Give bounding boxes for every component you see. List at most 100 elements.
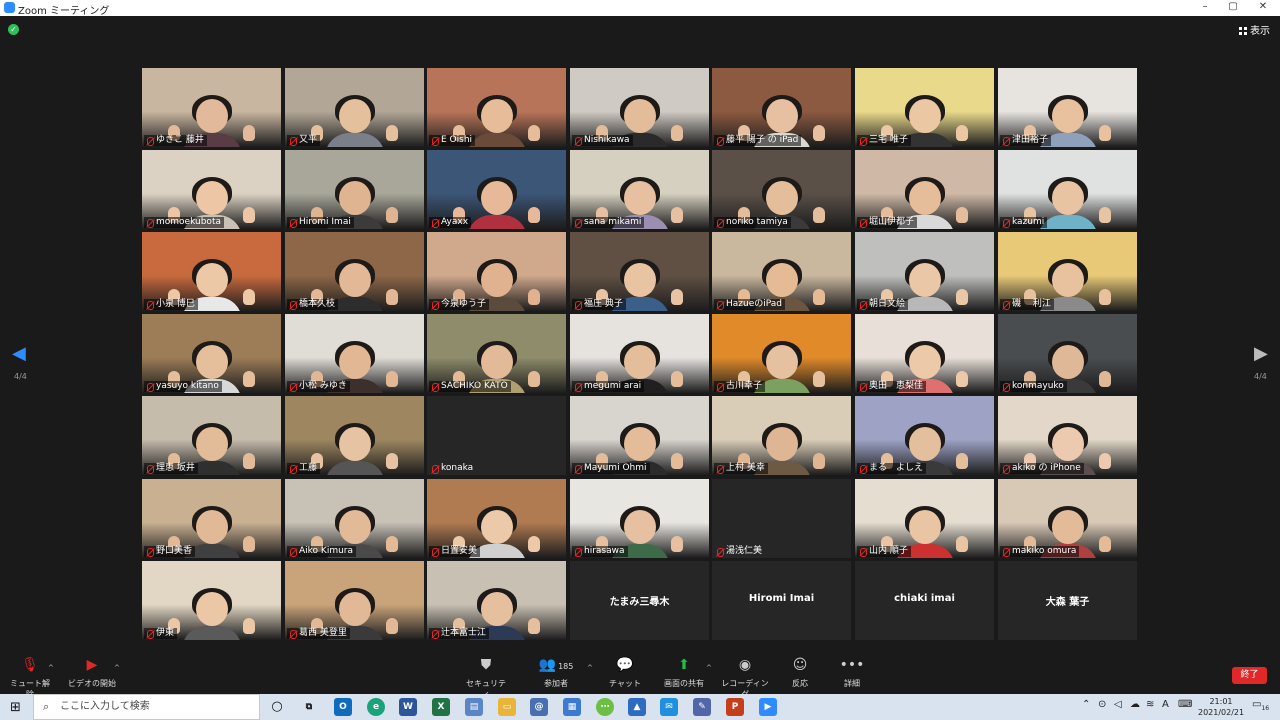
maximize-button[interactable]: ▢ bbox=[1218, 1, 1248, 15]
calculator-icon[interactable]: ▦ bbox=[563, 698, 581, 716]
audio-options-caret-icon[interactable]: ^ bbox=[48, 664, 54, 672]
participant-tile[interactable]: 又平 bbox=[285, 68, 424, 147]
participant-tile[interactable]: Hiromi Imai bbox=[285, 150, 424, 229]
start-video-button[interactable]: ▶ ビデオの開始 bbox=[68, 656, 116, 689]
end-meeting-button[interactable]: 終了 bbox=[1232, 667, 1267, 684]
participant-tile[interactable]: たまみ三尋木 bbox=[570, 561, 709, 640]
participant-tile[interactable]: 橋本久枝 bbox=[285, 232, 424, 311]
participant-tile[interactable]: SACHIKO KATO bbox=[427, 314, 566, 393]
chat-button[interactable]: 💬 チャット bbox=[608, 656, 642, 689]
participant-name-label: 野口美香 bbox=[144, 546, 196, 557]
participant-tile[interactable]: sana mikami bbox=[570, 150, 709, 229]
participant-tile[interactable]: HazueのiPad bbox=[712, 232, 851, 311]
minimize-button[interactable]: – bbox=[1190, 1, 1220, 15]
mail-at-icon[interactable]: @ bbox=[530, 698, 548, 716]
powerpoint-icon[interactable]: P bbox=[726, 698, 744, 716]
more-button[interactable]: ••• 詳細 bbox=[838, 656, 866, 689]
participants-caret-icon[interactable]: ^ bbox=[587, 664, 593, 672]
participant-tile[interactable]: ゆきこ 藤井 bbox=[142, 68, 281, 147]
participant-tile[interactable]: momoekubota bbox=[142, 150, 281, 229]
participant-tile[interactable]: 小泉 博巳 bbox=[142, 232, 281, 311]
app-icon[interactable]: ▤ bbox=[465, 698, 483, 716]
pen-app-icon[interactable]: ✎ bbox=[693, 698, 711, 716]
participant-tile[interactable]: 津田裕子 bbox=[998, 68, 1137, 147]
participant-tile[interactable]: 奥田 恵梨佳 bbox=[855, 314, 994, 393]
volume-icon[interactable]: ◁ bbox=[1114, 699, 1122, 710]
participant-tile[interactable]: 今泉ゆう子 bbox=[427, 232, 566, 311]
next-page-arrow-icon[interactable]: ▶ bbox=[1254, 343, 1268, 364]
participant-tile[interactable]: 理恵 坂井 bbox=[142, 396, 281, 475]
muted-mic-icon bbox=[717, 548, 724, 557]
participant-tile[interactable]: 工藤 bbox=[285, 396, 424, 475]
participant-tile[interactable]: Hiromi Imai bbox=[712, 561, 851, 640]
participant-tile[interactable]: 湯浅仁美 bbox=[712, 479, 851, 558]
participant-tile[interactable]: 藤平 陽子 の iPad bbox=[712, 68, 851, 147]
task-view-icon[interactable]: ⧉ bbox=[300, 698, 318, 716]
participant-tile[interactable]: E Oishi bbox=[427, 68, 566, 147]
participant-tile[interactable]: 磯 利江 bbox=[998, 232, 1137, 311]
participant-tile[interactable]: 福庄 典子 bbox=[570, 232, 709, 311]
participant-tile[interactable]: 伊東 bbox=[142, 561, 281, 640]
network-icon[interactable]: ⊙ bbox=[1098, 699, 1106, 710]
participant-tile[interactable]: 上村 美幸 bbox=[712, 396, 851, 475]
edge-icon[interactable]: e bbox=[367, 698, 385, 716]
taskbar-clock[interactable]: 21:01 2021/02/21 bbox=[1198, 696, 1244, 718]
share-screen-button[interactable]: ⬆ 画面の共有 bbox=[662, 656, 706, 689]
participant-tile[interactable]: yasuyo kitano bbox=[142, 314, 281, 393]
mail-icon[interactable]: ✉ bbox=[660, 698, 678, 716]
participant-tile[interactable]: chiaki imai bbox=[855, 561, 994, 640]
onedrive-icon[interactable]: ☁ bbox=[1130, 699, 1140, 710]
participant-tile[interactable]: 堀山伊都子 bbox=[855, 150, 994, 229]
file-explorer-icon[interactable]: ▭ bbox=[498, 698, 516, 716]
line-icon[interactable]: ⋯ bbox=[596, 698, 614, 716]
zoom-taskbar-icon[interactable]: ▶ bbox=[759, 698, 777, 716]
notifications-icon[interactable]: ▭16 bbox=[1252, 699, 1269, 712]
participant-tile[interactable]: megumi arai bbox=[570, 314, 709, 393]
participant-tile[interactable]: kazumi bbox=[998, 150, 1137, 229]
participant-tile[interactable]: 大森 葉子 bbox=[998, 561, 1137, 640]
excel-icon[interactable]: X bbox=[432, 698, 450, 716]
participant-tile[interactable]: Nishikawa bbox=[570, 68, 709, 147]
participant-tile[interactable]: hirasawa bbox=[570, 479, 709, 558]
participant-tile[interactable]: まる よしえ bbox=[855, 396, 994, 475]
participant-tile[interactable]: Aiko Kimura bbox=[285, 479, 424, 558]
participant-tile[interactable]: akiko の iPhone bbox=[998, 396, 1137, 475]
participant-name-label: 上村 美幸 bbox=[714, 463, 768, 474]
participant-tile[interactable]: konmayuko bbox=[998, 314, 1137, 393]
previous-page-arrow-icon[interactable]: ◀ bbox=[12, 343, 26, 364]
taskbar-search-box[interactable]: ⌕ ここに入力して検索 bbox=[33, 694, 260, 720]
windows-start-icon[interactable]: ⊞ bbox=[10, 700, 21, 715]
video-options-caret-icon[interactable]: ^ bbox=[114, 664, 120, 672]
muted-mic-icon bbox=[147, 630, 154, 639]
participant-tile[interactable]: Mayumi Ohmi bbox=[570, 396, 709, 475]
share-caret-icon[interactable]: ^ bbox=[706, 664, 712, 672]
participant-tile[interactable]: noriko tamiya bbox=[712, 150, 851, 229]
participants-button[interactable]: 👥 185 参加者 bbox=[536, 656, 576, 689]
keyboard-icon[interactable]: ⌨ bbox=[1178, 699, 1192, 710]
participant-tile[interactable]: Ayaxx bbox=[427, 150, 566, 229]
participant-tile[interactable]: 小松 みゆき bbox=[285, 314, 424, 393]
ime-mode-icon[interactable]: A bbox=[1162, 699, 1169, 710]
participant-tile[interactable]: makiko omura bbox=[998, 479, 1137, 558]
participant-tile[interactable]: 日置安美 bbox=[427, 479, 566, 558]
participant-tile[interactable]: 葛西 美登里 bbox=[285, 561, 424, 640]
participant-tile[interactable]: 朝日文絵 bbox=[855, 232, 994, 311]
muted-mic-icon bbox=[860, 548, 867, 557]
close-button[interactable]: ✕ bbox=[1248, 1, 1278, 15]
tray-overflow-icon[interactable]: ⌃ bbox=[1082, 699, 1090, 710]
participant-tile[interactable]: 山内 順子 bbox=[855, 479, 994, 558]
participant-tile[interactable]: 野口美香 bbox=[142, 479, 281, 558]
participant-tile[interactable]: 古川幸子 bbox=[712, 314, 851, 393]
encryption-shield-icon[interactable]: ✓ bbox=[8, 24, 19, 35]
participant-tile[interactable]: 三宅 唯子 bbox=[855, 68, 994, 147]
outlook-icon[interactable]: O bbox=[334, 698, 352, 716]
reactions-button[interactable]: ☺ 反応 bbox=[786, 656, 814, 689]
cortana-icon[interactable]: ○ bbox=[268, 698, 286, 716]
word-icon[interactable]: W bbox=[399, 698, 417, 716]
participant-tile[interactable]: konaka bbox=[427, 396, 566, 475]
participant-tile[interactable]: 辻本富士江 bbox=[427, 561, 566, 640]
view-button[interactable]: 表示 bbox=[1239, 22, 1270, 37]
photos-icon[interactable]: ▲ bbox=[628, 698, 646, 716]
wifi-icon[interactable]: ≋ bbox=[1146, 699, 1154, 710]
participant-name: 日置安美 bbox=[441, 546, 478, 556]
